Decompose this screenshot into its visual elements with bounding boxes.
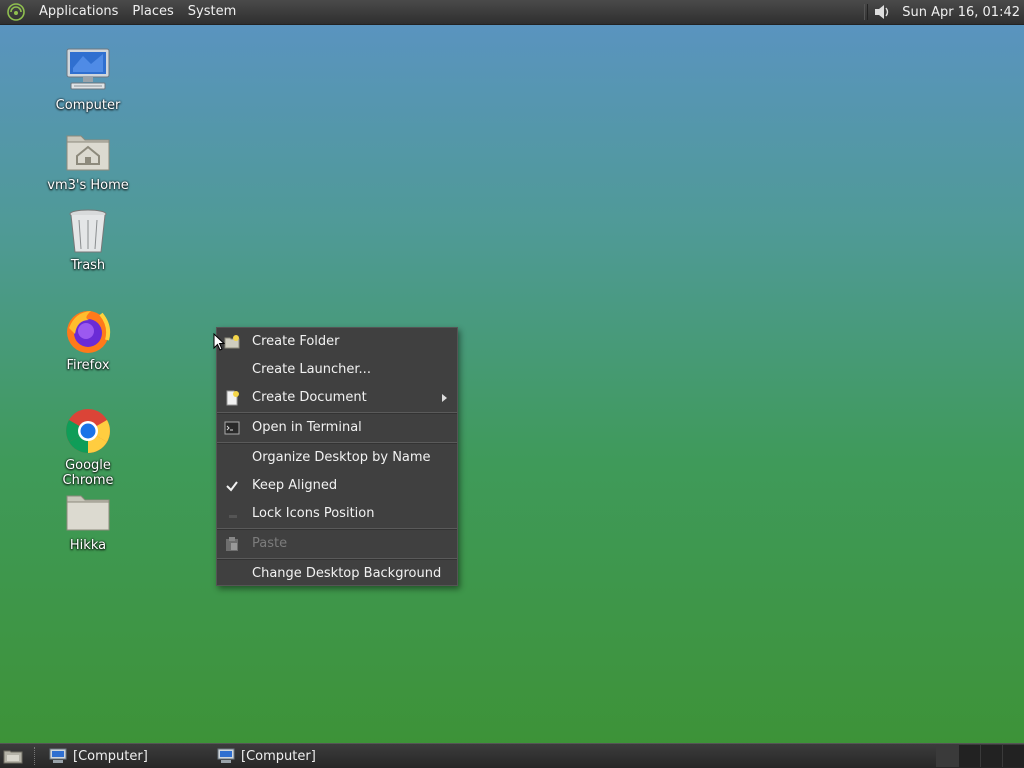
menu-item-create-folder[interactable]: Create Folder (217, 328, 457, 356)
desktop-icon-firefox[interactable]: Firefox (38, 306, 138, 373)
taskbar-item-label: [Computer] (73, 748, 148, 764)
menu-places[interactable]: Places (125, 0, 180, 24)
workspace-2[interactable] (958, 745, 980, 767)
computer-icon (217, 748, 235, 763)
menu-item-label: Create Launcher... (252, 362, 371, 377)
chrome-icon (66, 409, 110, 453)
workspace-3[interactable] (980, 745, 1002, 767)
desktop-icon-label: Trash (70, 258, 106, 273)
trash-icon (69, 209, 107, 253)
firefox-icon (67, 311, 111, 353)
bottom-panel: [Computer] [Computer] (0, 743, 1024, 768)
desktop-icon-computer[interactable]: Computer (38, 46, 138, 113)
unchecked-box-icon (229, 515, 237, 518)
menu-applications[interactable]: Applications (32, 0, 125, 24)
menu-item-label: Lock Icons Position (252, 506, 375, 521)
menu-item-label: Create Document (252, 390, 367, 405)
desktop-icon-label: Google Chrome (62, 458, 114, 488)
menu-item-lock-icons[interactable]: Lock Icons Position (217, 500, 457, 528)
mouse-cursor-icon (213, 333, 225, 351)
computer-icon (49, 748, 67, 763)
submenu-arrow-icon (442, 394, 447, 402)
panel-grip (34, 747, 43, 765)
menu-item-label: Create Folder (252, 334, 340, 349)
show-desktop-icon[interactable] (2, 746, 24, 766)
menu-item-keep-aligned[interactable]: Keep Aligned (217, 472, 457, 500)
home-folder-icon (66, 135, 110, 171)
workspace-4[interactable] (1002, 745, 1024, 767)
taskbar-item-computer-1[interactable]: [Computer] (43, 745, 211, 767)
desktop-icon-label: Hikka (69, 538, 107, 553)
menu-system[interactable]: System (181, 0, 243, 24)
desktop-context-menu: Create Folder Create Launcher... Create … (216, 327, 458, 586)
desktop-icon-home[interactable]: vm3's Home (38, 126, 138, 193)
menu-item-create-document[interactable]: Create Document (217, 384, 457, 412)
paste-icon (226, 537, 238, 551)
menu-item-label: Open in Terminal (252, 420, 362, 435)
menu-item-create-launcher[interactable]: Create Launcher... (217, 356, 457, 384)
terminal-icon (224, 421, 240, 435)
menu-item-change-background[interactable]: Change Desktop Background (217, 560, 457, 588)
clock[interactable]: Sun Apr 16, 01:42 (898, 5, 1024, 20)
desktop-icon-label: Firefox (66, 358, 110, 373)
mate-logo-icon[interactable] (6, 2, 26, 22)
menu-item-label: Organize Desktop by Name (252, 450, 431, 465)
taskbar-item-computer-2[interactable]: [Computer] (211, 745, 379, 767)
menu-item-label: Paste (252, 536, 288, 551)
tray-separator (864, 4, 869, 20)
desktop-icon-trash[interactable]: Trash (38, 206, 138, 273)
desktop-icon-label: Computer (55, 98, 121, 113)
volume-icon[interactable] (872, 2, 892, 22)
checkmark-icon (226, 481, 238, 492)
folder-icon (66, 495, 110, 531)
menu-item-open-terminal[interactable]: Open in Terminal (217, 414, 457, 442)
folder-new-icon (224, 335, 240, 349)
desktop-icon-chrome[interactable]: Google Chrome (38, 406, 138, 488)
document-new-icon (226, 390, 239, 406)
menu-item-organize-desktop[interactable]: Organize Desktop by Name (217, 444, 457, 472)
menu-item-label: Keep Aligned (252, 478, 338, 493)
menu-item-paste: Paste (217, 530, 457, 558)
taskbar-item-label: [Computer] (241, 748, 316, 764)
workspace-1[interactable] (936, 745, 958, 767)
top-panel: Applications Places System Sun Apr 16, 0… (0, 0, 1024, 25)
menu-item-label: Change Desktop Background (252, 566, 442, 581)
desktop-icon-label: vm3's Home (47, 178, 129, 193)
computer-icon (66, 48, 110, 90)
desktop-icon-hikka[interactable]: Hikka (38, 486, 138, 553)
